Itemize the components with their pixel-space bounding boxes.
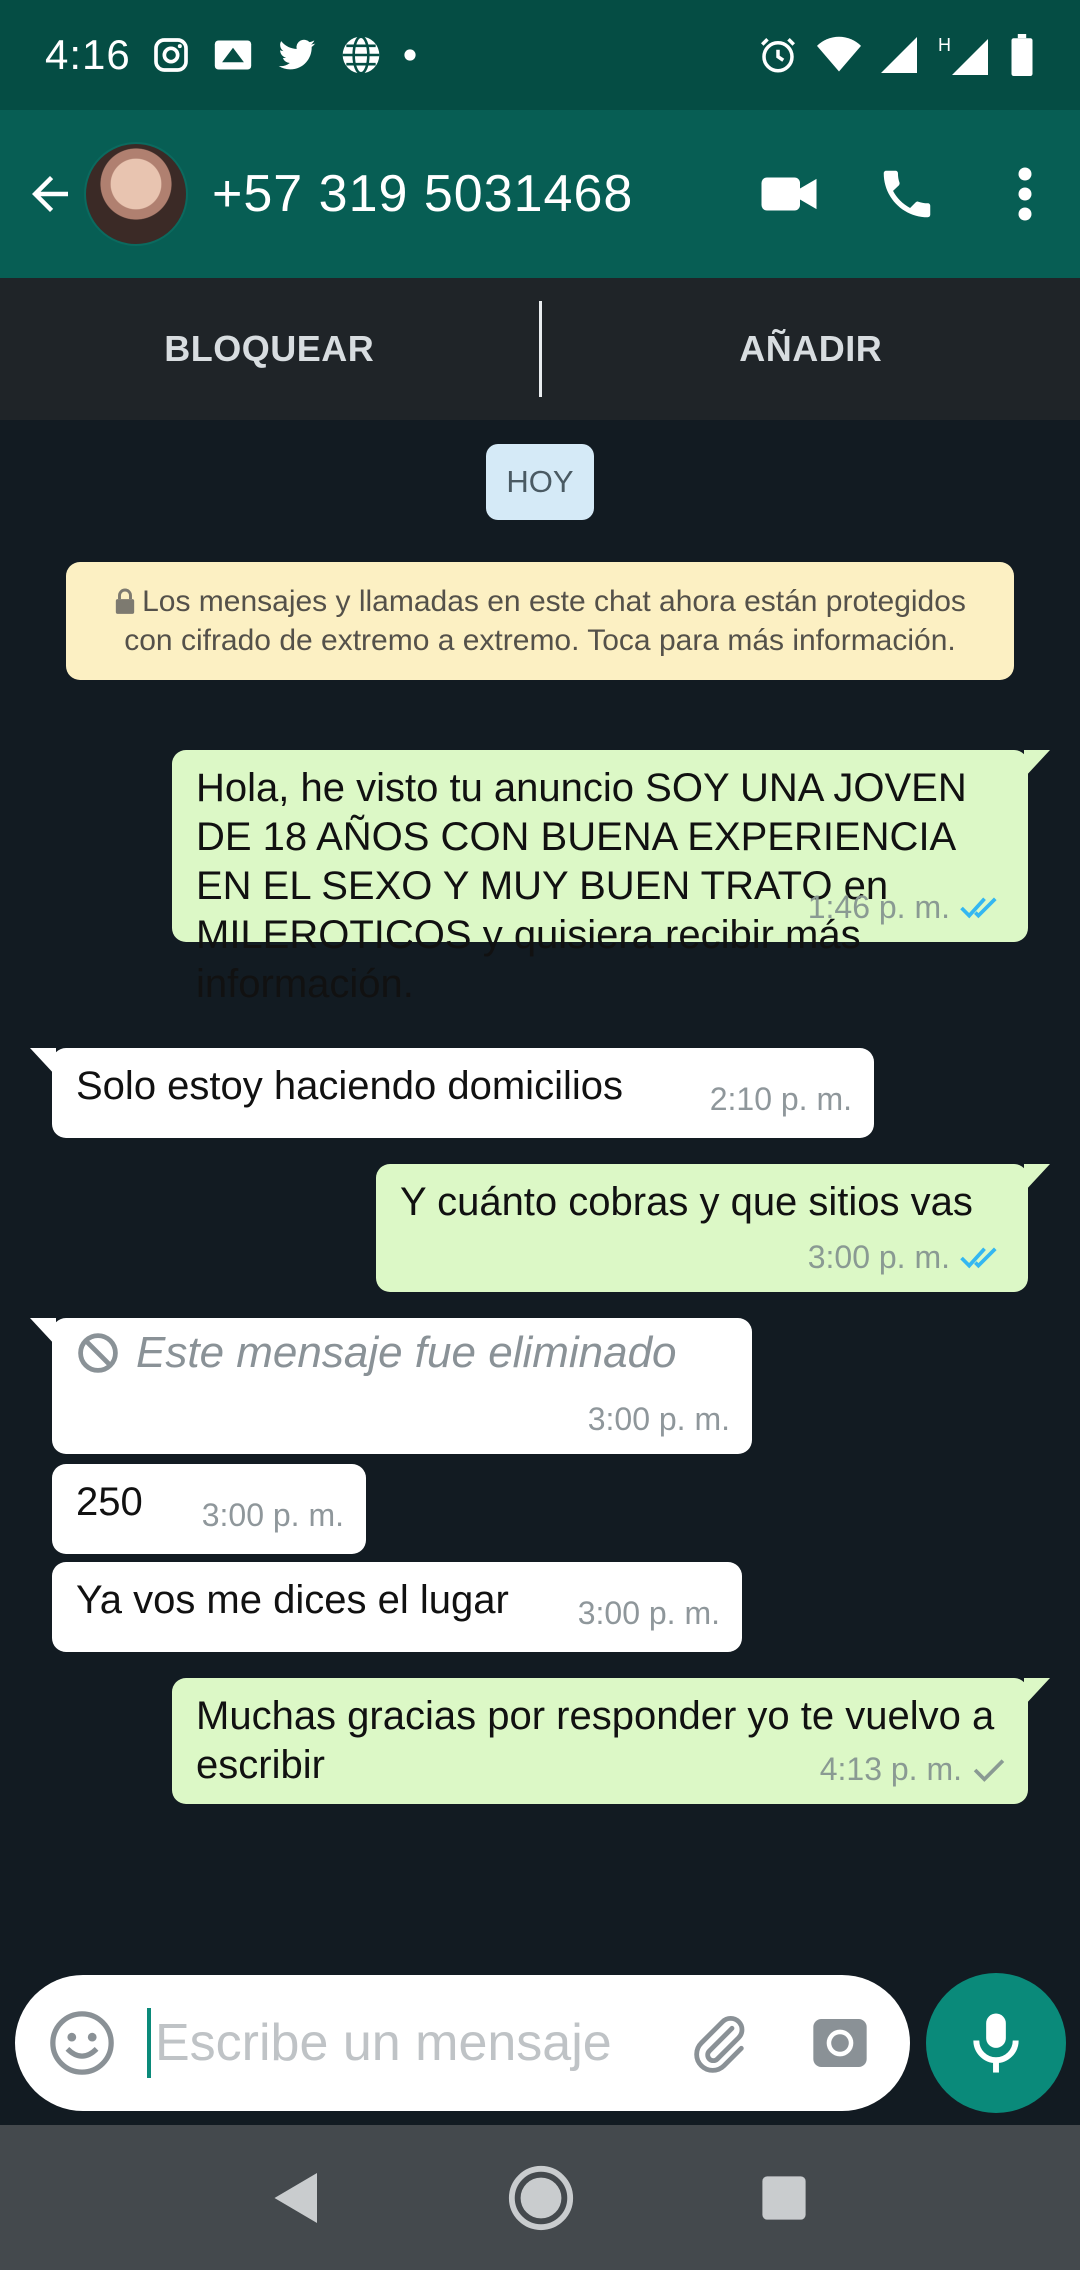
more-vert-icon	[1018, 167, 1032, 221]
double-check-read-icon	[960, 896, 997, 918]
attach-button[interactable]	[680, 2003, 760, 2083]
battery-icon	[1011, 34, 1033, 76]
voice-call-button[interactable]	[862, 149, 952, 239]
message-input[interactable]	[155, 2013, 635, 2073]
message-incoming[interactable]: Ya vos me dices el lugar 3:00 p. m.	[52, 1562, 742, 1652]
phone-icon	[883, 170, 931, 218]
avatar[interactable]	[84, 142, 188, 246]
add-contact-button[interactable]: AÑADIR	[542, 328, 1080, 370]
chat-area[interactable]: HOY Los mensajes y llamadas en este chat…	[0, 420, 1080, 2125]
mic-icon	[973, 2013, 1019, 2073]
message-time: 3:00 p. m.	[577, 1595, 720, 1631]
contact-name[interactable]: +57 319 5031468	[212, 164, 633, 224]
nav-home-icon[interactable]	[506, 2163, 576, 2233]
chat-header: +57 319 5031468	[0, 110, 1080, 278]
emoji-icon[interactable]	[47, 2008, 117, 2078]
message-outgoing[interactable]: Y cuánto cobras y que sitios vas 3:00 p.…	[376, 1164, 1050, 1292]
message-outgoing[interactable]: Muchas gracias por responder yo te vuelv…	[172, 1678, 1050, 1804]
status-bar: 4:16 H	[0, 0, 1080, 110]
news-icon	[214, 40, 251, 70]
camera-button[interactable]	[800, 2003, 880, 2083]
message-time: 4:13 p. m.	[819, 1751, 962, 1787]
message-time: 3:00 p. m.	[807, 1239, 950, 1275]
date-separator: HOY	[486, 444, 594, 520]
system-nav-bar	[0, 2125, 1080, 2270]
nav-recents-icon[interactable]	[760, 2174, 808, 2222]
block-button[interactable]: BLOQUEAR	[0, 328, 539, 370]
bubble-tail	[30, 1318, 56, 1346]
message-time: 3:00 p. m.	[587, 1401, 730, 1437]
camera-icon	[813, 2019, 867, 2067]
encryption-notice[interactable]: Los mensajes y llamadas en este chat aho…	[66, 562, 1014, 680]
svg-text:H: H	[938, 35, 951, 55]
blocked-icon	[78, 1332, 118, 1373]
signal-h-icon: H	[938, 35, 988, 75]
message-text: Y cuánto cobras y que sitios vas	[400, 1180, 973, 1224]
more-options-button[interactable]	[980, 149, 1070, 239]
message-incoming[interactable]: 250 3:00 p. m.	[52, 1464, 366, 1554]
nav-back-icon[interactable]	[272, 2170, 322, 2226]
back-arrow-icon	[32, 176, 68, 212]
unknown-contact-bar: BLOQUEAR AÑADIR	[0, 278, 1080, 420]
back-button[interactable]	[20, 164, 80, 224]
encryption-notice-text: Los mensajes y llamadas en este chat aho…	[124, 585, 966, 657]
lock-icon	[115, 588, 135, 614]
instagram-icon	[153, 38, 188, 72]
bubble-tail	[1024, 1164, 1050, 1192]
message-time: 1:46 p. m.	[807, 889, 950, 925]
dot-icon	[404, 49, 416, 61]
status-time: 4:16	[45, 31, 131, 78]
bubble-tail	[1024, 750, 1050, 778]
bubble-tail	[30, 1048, 56, 1076]
message-text: Este mensaje fue eliminado	[136, 1328, 677, 1377]
message-incoming[interactable]: Solo estoy haciendo domicilios 2:10 p. m…	[30, 1048, 874, 1138]
message-time: 3:00 p. m.	[201, 1497, 344, 1533]
voice-message-button[interactable]	[926, 1973, 1066, 2113]
single-check-icon	[973, 1758, 1005, 1782]
twitter-icon	[278, 39, 316, 70]
signal-icon	[881, 37, 917, 73]
bubble-tail	[1024, 1678, 1050, 1706]
message-input-box[interactable]	[15, 1975, 910, 2111]
message-incoming-deleted[interactable]: Este mensaje fue eliminado 3:00 p. m.	[30, 1318, 752, 1454]
video-call-button[interactable]	[744, 149, 834, 239]
double-check-read-icon	[960, 1246, 997, 1268]
text-caret	[147, 2008, 151, 2078]
video-call-icon	[761, 177, 817, 211]
message-outgoing[interactable]: Hola, he visto tu anuncio SOY UNA JOVEN …	[172, 750, 1050, 1006]
attach-icon	[694, 2015, 745, 2073]
alarm-icon	[761, 38, 795, 73]
globe-icon	[342, 35, 380, 75]
message-time: 2:10 p. m.	[709, 1081, 852, 1117]
wifi-icon	[817, 36, 861, 72]
